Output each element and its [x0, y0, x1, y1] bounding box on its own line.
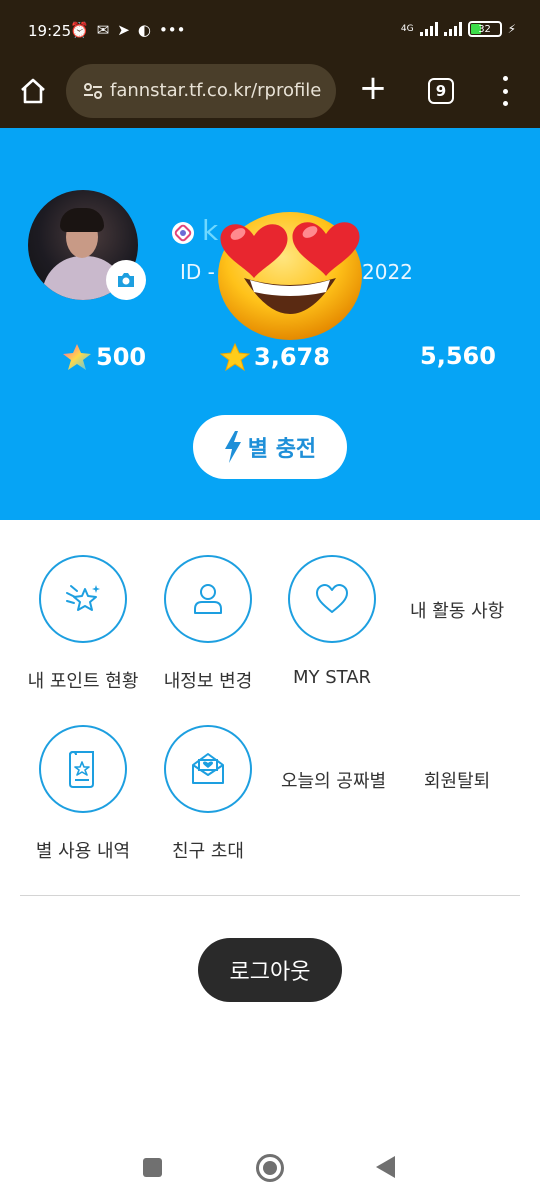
menu-my-activity[interactable]: 내 활동 사항 [410, 597, 504, 623]
signal-icon [419, 22, 438, 36]
url-text[interactable]: fannstar.tf.co.kr/rprofile [110, 80, 321, 101]
star-charge-label: 별 충전 [247, 437, 317, 462]
point-status-label: 내 포인트 현황 [27, 671, 139, 692]
shooting-star-icon [66, 585, 100, 611]
star-charge-button[interactable]: 별 충전 [193, 415, 347, 479]
menu-free-star-today[interactable]: 오늘의 공짜별 [281, 767, 386, 793]
edit-info-circle [164, 555, 252, 643]
heart-icon [316, 584, 348, 613]
invite-friend-label: 친구 초대 [172, 841, 244, 862]
scroll-icon [69, 750, 94, 788]
stat-stars-value: 3,678 [254, 343, 330, 371]
stat-third: 5,560 [420, 342, 496, 370]
menu-edit-info[interactable]: 내정보 변경 [146, 555, 270, 693]
user-id-suffix: 2022 [362, 260, 413, 284]
mail-icon: ✉ [96, 21, 110, 39]
telegram-icon: ➤ [117, 21, 130, 39]
system-icons: 4G 32 ⚡ [401, 21, 516, 37]
point-status-circle [39, 555, 127, 643]
my-star-circle [288, 555, 376, 643]
signal-2-icon [443, 22, 462, 36]
menu-my-star[interactable]: MY STAR [270, 555, 394, 688]
star-history-label: 별 사용 내역 [35, 841, 131, 862]
stat-points: 500 [62, 342, 146, 372]
profile-header: k ID - f 2022 500 3,678 5,560 별 충전 [0, 128, 540, 520]
change-photo-button[interactable] [106, 260, 146, 300]
nfc-icon: ◐ [137, 21, 151, 39]
tab-switcher-button[interactable]: 9 [428, 78, 454, 104]
menu-point-status[interactable]: 내 포인트 현황 [21, 555, 145, 693]
rainbow-star-icon [63, 344, 91, 370]
menu-invite-friend[interactable]: 친구 초대 [146, 725, 270, 863]
menu-star-history[interactable]: 별 사용 내역 [21, 725, 145, 863]
star-history-circle [39, 725, 127, 813]
address-bar[interactable]: fannstar.tf.co.kr/rprofile [66, 64, 336, 118]
network-type: 4G [400, 24, 414, 34]
badge-icon [172, 222, 194, 244]
my-star-label: MY STAR [292, 667, 372, 688]
recent-apps-button[interactable] [143, 1158, 162, 1177]
battery-level: 32 [478, 23, 491, 35]
browser-toolbar: fannstar.tf.co.kr/rprofile + 9 [0, 62, 540, 128]
tab-count: 9 [435, 82, 447, 100]
heart-eyes-emoji-sticker [218, 212, 362, 340]
more-notifications-icon: ••• [158, 21, 186, 39]
charging-icon: ⚡ [507, 22, 516, 36]
user-icon [194, 584, 222, 614]
home-icon[interactable] [18, 76, 48, 106]
edit-info-label: 내정보 변경 [163, 671, 253, 692]
stat-stars: 3,678 [220, 342, 330, 372]
more-menu-icon[interactable] [498, 76, 512, 106]
stat-third-value: 5,560 [420, 342, 496, 370]
alarm-icon: ⏰ [70, 21, 89, 39]
logout-button[interactable]: 로그아웃 [198, 938, 342, 1002]
new-tab-icon[interactable]: + [358, 71, 388, 105]
home-button[interactable] [256, 1154, 284, 1182]
camera-icon [118, 273, 134, 287]
lightning-icon [224, 431, 241, 463]
notification-icons: ⏰ ✉ ➤ ◐ ••• [68, 20, 185, 40]
envelope-heart-icon [192, 753, 224, 784]
logout-label: 로그아웃 [229, 960, 311, 985]
status-time: 19:25 [28, 22, 72, 40]
back-button[interactable] [376, 1156, 395, 1178]
invite-friend-circle [164, 725, 252, 813]
site-settings-icon[interactable] [82, 80, 104, 102]
status-bar: 19:25 ⏰ ✉ ➤ ◐ ••• 4G 32 ⚡ [0, 0, 540, 62]
battery-icon: 32 [467, 21, 502, 37]
stat-points-value: 500 [96, 343, 147, 371]
divider [20, 895, 520, 896]
yellow-star-icon [220, 342, 250, 372]
menu-withdraw[interactable]: 회원탈퇴 [424, 767, 490, 793]
